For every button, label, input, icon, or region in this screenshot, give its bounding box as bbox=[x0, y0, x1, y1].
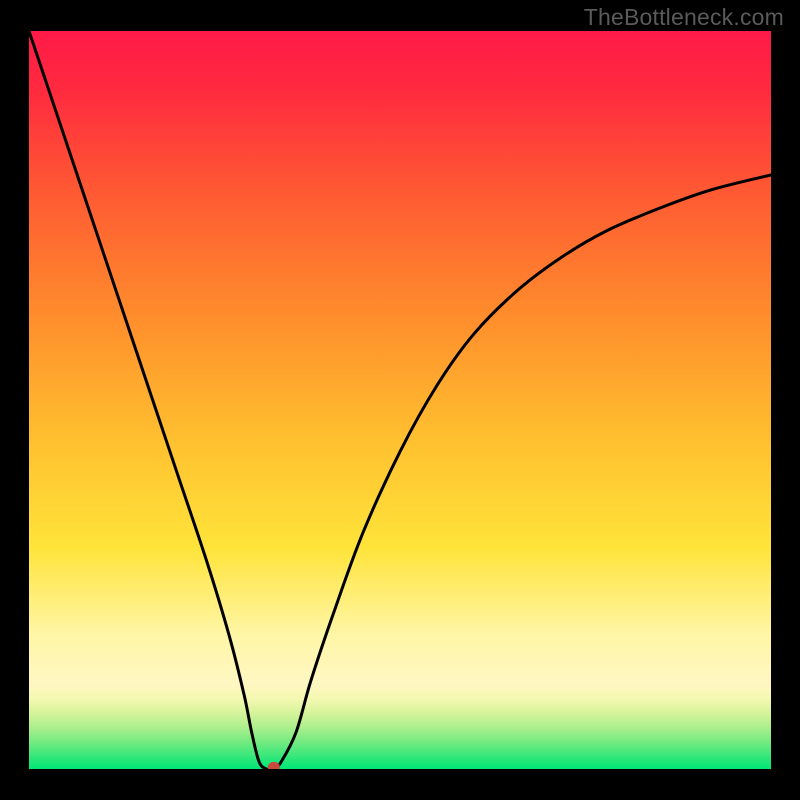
plot-area bbox=[29, 31, 771, 769]
watermark-text: TheBottleneck.com bbox=[584, 4, 784, 31]
chart-svg bbox=[29, 31, 771, 769]
chart-frame: TheBottleneck.com bbox=[0, 0, 800, 800]
plot-background bbox=[29, 31, 771, 769]
